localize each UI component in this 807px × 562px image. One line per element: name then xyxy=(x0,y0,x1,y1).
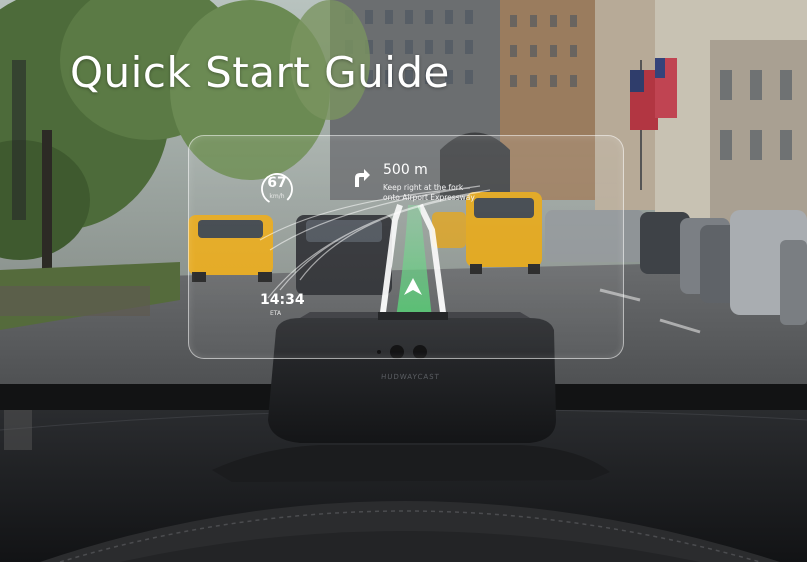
nav-instruction: Keep right at the fork xyxy=(383,183,464,192)
speed-value: 67 xyxy=(267,175,287,191)
page-title: Quick Start Guide xyxy=(70,48,450,97)
nav-distance: 500 m xyxy=(383,162,428,178)
device-brand-logo: HUDWAYCAST xyxy=(380,373,441,381)
turn-right-arrow-icon xyxy=(355,169,370,187)
nav-instruction-road: onto Airport Expressway xyxy=(383,193,475,202)
clock-time: 14:34 xyxy=(260,292,305,308)
speed-unit: km/h xyxy=(269,193,285,200)
photo-scene: Quick Start Guide 67 km/h 500 m Keep rig… xyxy=(0,0,807,562)
clock-label: ETA xyxy=(270,310,282,317)
